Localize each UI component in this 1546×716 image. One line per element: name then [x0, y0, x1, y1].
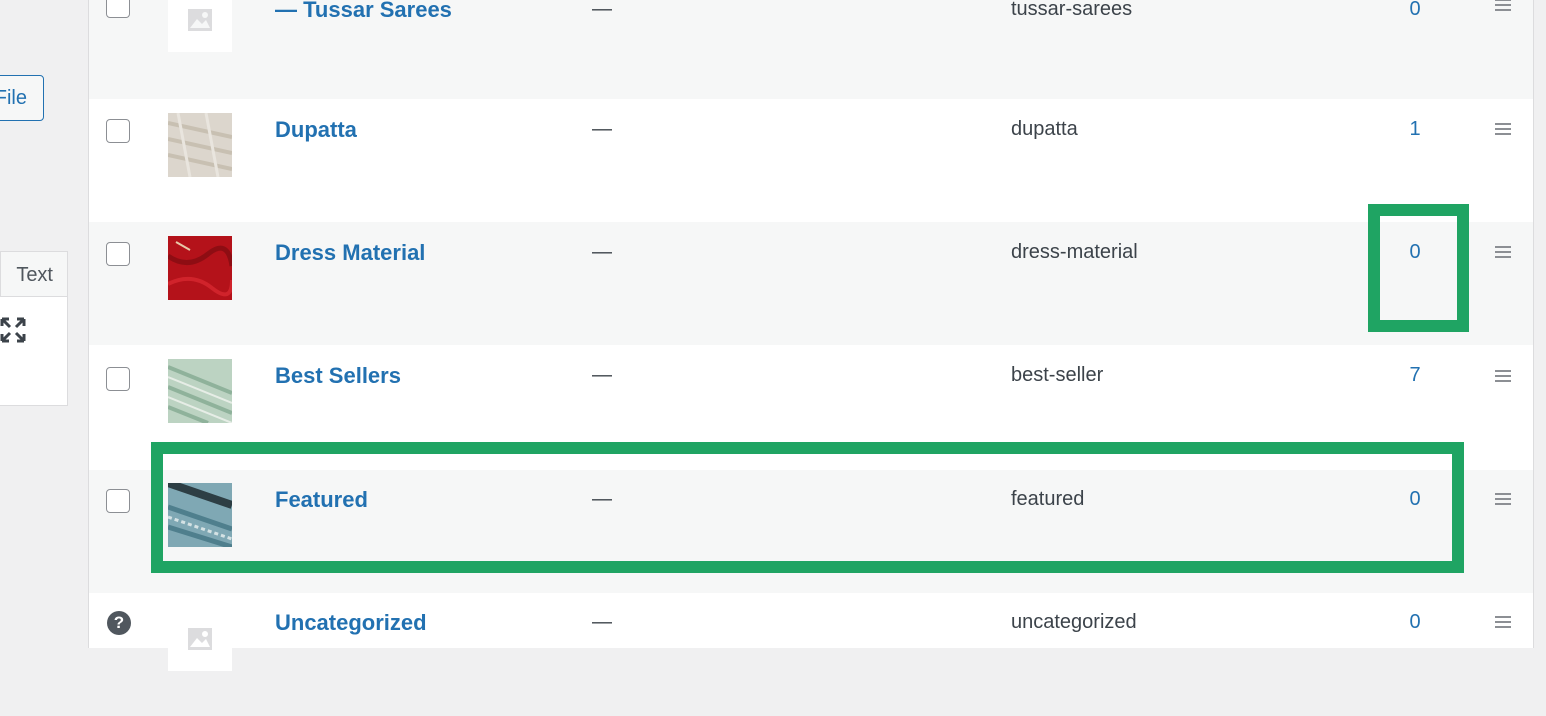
help-icon[interactable]: ? [107, 611, 131, 635]
row-checkbox[interactable] [106, 367, 130, 391]
fullscreen-icon[interactable] [0, 317, 26, 348]
drag-handle-icon[interactable] [1495, 370, 1511, 385]
drag-handle-icon[interactable] [1495, 616, 1511, 631]
category-slug: dupatta [1011, 118, 1078, 140]
category-thumbnail [168, 236, 232, 300]
category-slug: dress-material [1011, 241, 1138, 263]
image-placeholder-icon [168, 0, 232, 52]
category-description: — [592, 611, 612, 633]
category-name-link[interactable]: Uncategorized [275, 610, 427, 636]
category-name-link[interactable]: Dress Material [275, 240, 425, 266]
category-thumbnail [168, 359, 232, 423]
editor-toolbar [0, 296, 68, 406]
category-slug: uncategorized [1011, 611, 1137, 633]
table-row: — Tussar Sarees — tussar-sarees 0 [89, 0, 1533, 99]
row-checkbox[interactable] [106, 489, 130, 513]
category-name-link[interactable]: — Tussar Sarees [275, 0, 452, 23]
table-row: Dupatta — dupatta 1 [89, 99, 1533, 222]
category-count-link[interactable]: 1 [1389, 118, 1441, 141]
category-name-link[interactable]: Best Sellers [275, 363, 401, 389]
row-checkbox[interactable] [106, 0, 130, 18]
category-description: — [592, 241, 612, 263]
table-row: Dress Material — dress-material 0 [89, 222, 1533, 345]
category-name-link[interactable]: Dupatta [275, 117, 357, 143]
row-highlight-box [151, 442, 1464, 573]
count-highlight-box [1368, 204, 1469, 332]
category-count-link[interactable]: 7 [1389, 364, 1441, 387]
category-count-link[interactable]: 0 [1389, 0, 1441, 21]
add-file-button[interactable]: File [0, 75, 44, 121]
row-checkbox[interactable] [106, 242, 130, 266]
category-slug: best-seller [1011, 364, 1104, 386]
row-checkbox[interactable] [106, 119, 130, 143]
image-placeholder-icon [168, 607, 232, 671]
category-description: — [592, 0, 612, 20]
category-count-link[interactable]: 0 [1389, 611, 1441, 634]
category-thumbnail [168, 113, 232, 177]
editor-tab-text[interactable]: Text [0, 251, 68, 297]
drag-handle-icon[interactable] [1495, 246, 1511, 261]
drag-handle-icon[interactable] [1495, 493, 1511, 508]
drag-handle-icon[interactable] [1495, 123, 1511, 138]
table-row: ? Uncategorized — uncategorized 0 [89, 593, 1533, 716]
category-slug: tussar-sarees [1011, 0, 1133, 20]
category-description: — [592, 118, 612, 140]
category-description: — [592, 364, 612, 386]
drag-handle-icon[interactable] [1495, 0, 1511, 14]
